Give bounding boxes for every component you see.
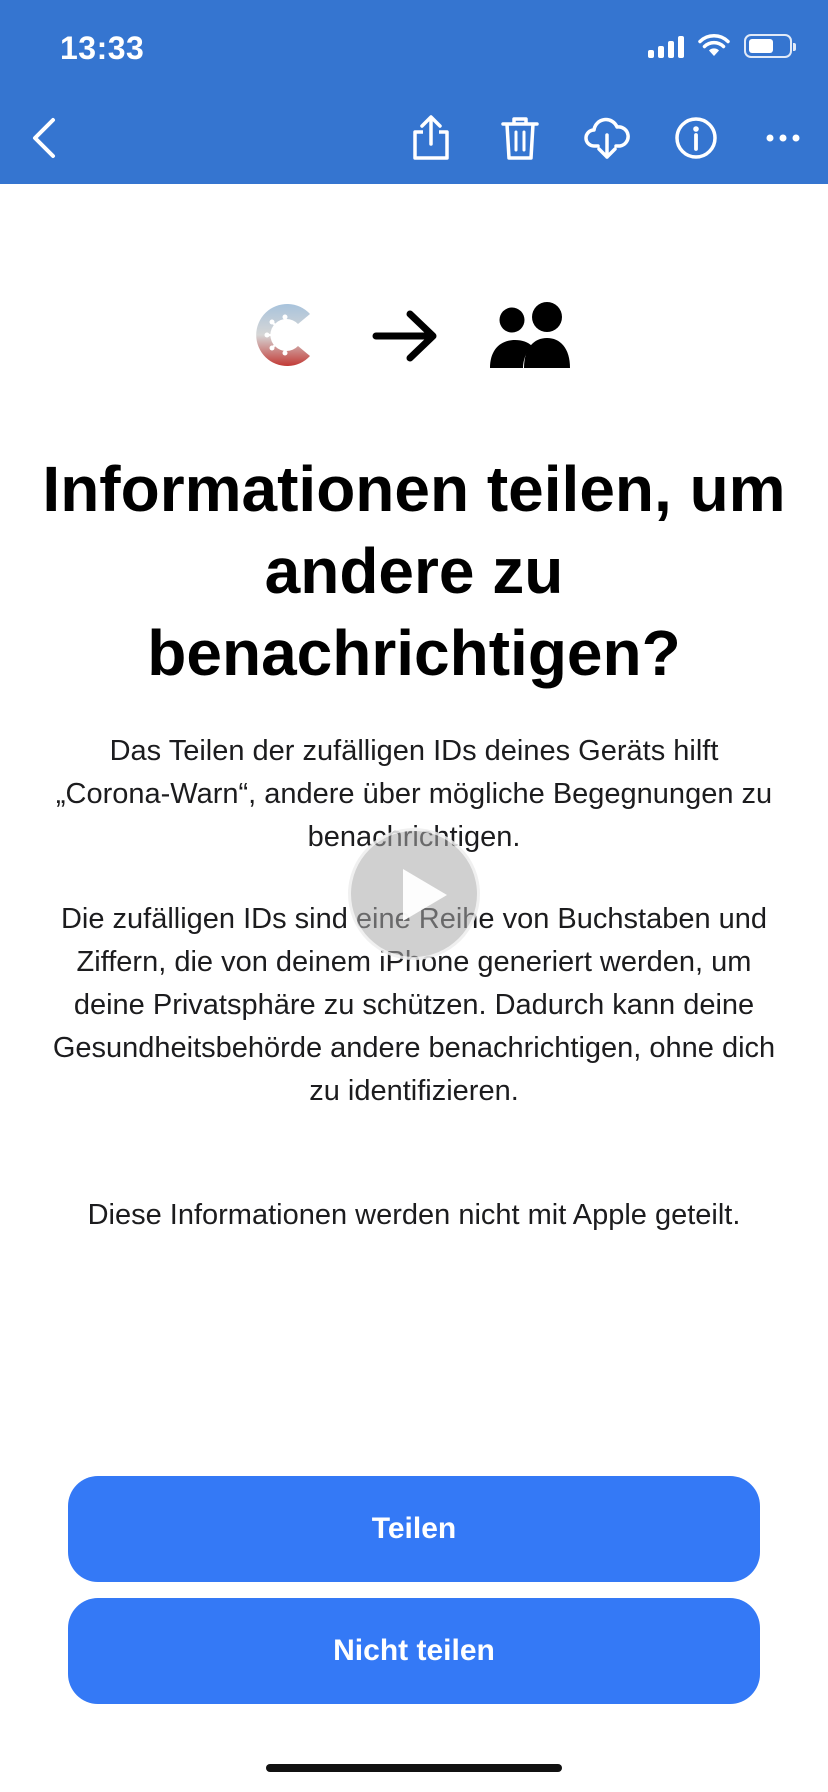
cloud-download-icon[interactable] bbox=[579, 110, 635, 166]
top-bar: 13:33 bbox=[0, 0, 828, 184]
corona-warn-app-icon bbox=[256, 304, 310, 366]
wifi-icon bbox=[698, 34, 730, 56]
cellular-signal-icon bbox=[648, 34, 684, 58]
arrow-right-icon bbox=[372, 310, 437, 362]
info-icon[interactable] bbox=[668, 110, 724, 166]
home-indicator[interactable] bbox=[266, 1764, 562, 1772]
dont-share-button[interactable]: Nicht teilen bbox=[68, 1598, 760, 1704]
screen: 13:33 Informationen teilen, um andere zu… bbox=[0, 0, 828, 1792]
trash-icon[interactable] bbox=[492, 110, 548, 166]
battery-fill bbox=[749, 39, 773, 53]
status-time: 13:33 bbox=[60, 30, 145, 66]
paragraph-apple-notice: Diese Informationen werden nicht mit App… bbox=[87, 1199, 741, 1231]
people-icon bbox=[490, 302, 570, 368]
back-chevron-icon[interactable] bbox=[16, 110, 72, 166]
play-video-button[interactable] bbox=[348, 828, 480, 960]
share-icon[interactable] bbox=[403, 110, 459, 166]
page-title: Informationen teilen, um andere zu benac… bbox=[42, 453, 786, 689]
hero-icons bbox=[0, 290, 828, 380]
share-button[interactable]: Teilen bbox=[68, 1476, 760, 1582]
more-icon[interactable] bbox=[755, 110, 811, 166]
status-icons bbox=[648, 34, 796, 58]
battery-icon bbox=[744, 34, 796, 58]
